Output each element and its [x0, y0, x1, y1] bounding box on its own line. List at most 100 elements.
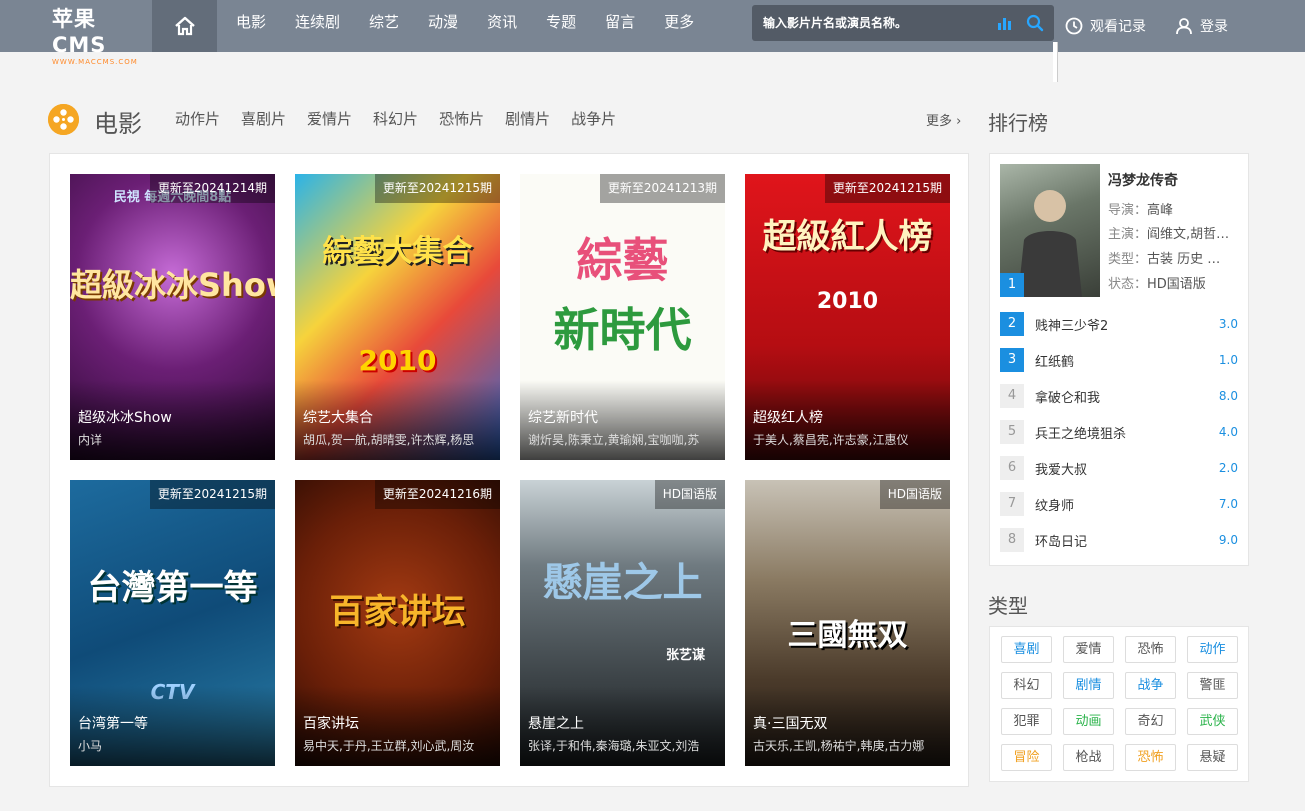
genre-tag[interactable]: 战争 [1125, 672, 1176, 699]
nav-more[interactable]: 更多 [664, 0, 694, 52]
poster-card[interactable]: 超級紅人榜 2010 更新至20241215期 超级红人榜 于美人,蔡昌宪,许志… [745, 174, 950, 460]
update-badge: HD国语版 [654, 480, 725, 509]
nav-movie[interactable]: 电影 [236, 0, 266, 52]
rank-number: 7 [1000, 492, 1024, 516]
ranking-top-cast: 主演：阎维文,胡哲… [1108, 227, 1230, 242]
genre-tag[interactable]: 悬疑 [1187, 744, 1238, 771]
category-war[interactable]: 战争片 [571, 108, 616, 129]
rank-score: 4.0 [1218, 425, 1238, 439]
history-button[interactable]: 观看记录 [1065, 0, 1146, 52]
nav-news[interactable]: 资讯 [487, 0, 517, 52]
ranking-item[interactable]: 3 红纸鹤 1.0 [1000, 348, 1240, 372]
poster-title: 超级红人榜 [753, 410, 823, 426]
rank-score: 1.0 [1218, 353, 1238, 367]
rank-number: 3 [1000, 348, 1024, 372]
category-action[interactable]: 动作片 [175, 108, 220, 129]
poster-card[interactable]: 綜藝 新時代 更新至20241213期 综艺新时代 谢炘昊,陈秉立,黄瑜娴,宝咖… [520, 174, 725, 460]
rank-number: 4 [1000, 384, 1024, 408]
category-scifi[interactable]: 科幻片 [373, 108, 418, 129]
poster-art: 懸崖之上 [542, 560, 703, 606]
logo-text: 苹果 CMS [52, 7, 107, 57]
genre-tag[interactable]: 冒险 [1001, 744, 1052, 771]
site-logo[interactable]: 苹果 CMS WWW.MACCMS.COM [52, 3, 152, 66]
genre-tag[interactable]: 恐怖 [1125, 744, 1176, 771]
rank-number: 5 [1000, 420, 1024, 444]
poster-card[interactable]: 台灣第一等 CTV 更新至20241215期 台湾第一等 小马 [70, 480, 275, 766]
poster-card[interactable]: 民視 每週六晚間8點 超級冰冰Show 更新至20241214期 超级冰冰Sho… [70, 174, 275, 460]
genre-tag[interactable]: 科幻 [1001, 672, 1052, 699]
rank-name: 兵王之绝境狙杀 [1035, 427, 1127, 442]
genre-tag[interactable]: 武侠 [1187, 708, 1238, 735]
poster-title: 百家讲坛 [303, 716, 359, 732]
genre-tag[interactable]: 犯罪 [1001, 708, 1052, 735]
ranking-item[interactable]: 6 我爱大叔 2.0 [1000, 456, 1240, 480]
update-badge: 更新至20241215期 [149, 480, 275, 509]
logo-subtext: WWW.MACCMS.COM [52, 58, 138, 66]
main-nav: 电影 连续剧 综艺 动漫 资讯 专题 留言 更多 [236, 0, 723, 52]
poster-card[interactable]: 三國無双 HD国语版 真·三国无双 古天乐,王凯,杨祐宁,韩庚,古力娜 [745, 480, 950, 766]
category-drama[interactable]: 剧情片 [505, 108, 550, 129]
update-badge: 更新至20241213期 [599, 174, 725, 203]
top-header: 苹果 CMS WWW.MACCMS.COM 电影 连续剧 综艺 动漫 资讯 专题… [0, 0, 1305, 66]
poster-card[interactable]: 懸崖之上 张艺谋 HD国语版 悬崖之上 张译,于和伟,秦海璐,朱亚文,刘浩 [520, 480, 725, 766]
nav-topics[interactable]: 专题 [546, 0, 576, 52]
poster-actors: 谢炘昊,陈秉立,黄瑜娴,宝咖咖,苏 [528, 433, 700, 447]
genre-tag[interactable]: 爱情 [1063, 636, 1114, 663]
poster-art-top: 2010 [358, 344, 437, 377]
rank-name: 环岛日记 [1035, 535, 1088, 550]
genre-tag[interactable]: 警匪 [1187, 672, 1238, 699]
poster-art: 超級紅人榜 [762, 217, 933, 257]
nav-guestbook[interactable]: 留言 [605, 0, 635, 52]
poster-art: 三國無双 [787, 618, 908, 653]
user-icon [1176, 18, 1192, 35]
ranking-item[interactable]: 7 纹身师 7.0 [1000, 492, 1240, 516]
poster-card[interactable]: 百家讲坛 更新至20241216期 百家讲坛 易中天,于丹,王立群,刘心武,周汝 [295, 480, 500, 766]
poster-art: 綜藝 [576, 233, 669, 287]
login-label: 登录 [1200, 19, 1228, 35]
genre-tag[interactable]: 枪战 [1063, 744, 1114, 771]
poster-art: 綜藝大集合 [322, 234, 473, 269]
rank-number: 8 [1000, 528, 1024, 552]
section-categories: 动作片 喜剧片 爱情片 科幻片 恐怖片 剧情片 战争片 [175, 108, 637, 129]
rank-name: 我爱大叔 [1035, 463, 1088, 478]
poster-actors: 内详 [78, 433, 103, 447]
history-label: 观看记录 [1090, 19, 1146, 35]
genre-tag[interactable]: 恐怖 [1125, 636, 1176, 663]
poster-title: 综艺新时代 [528, 410, 598, 426]
ranking-item[interactable]: 2 贱神三少爷2 3.0 [1000, 312, 1240, 336]
search-icon[interactable] [1026, 14, 1044, 32]
section-more-link[interactable]: 更多 › [926, 110, 961, 129]
home-button[interactable] [152, 0, 217, 52]
nav-variety[interactable]: 综艺 [369, 0, 399, 52]
genre-tag[interactable]: 喜剧 [1001, 636, 1052, 663]
category-comedy[interactable]: 喜剧片 [241, 108, 286, 129]
ranking-item[interactable]: 8 环岛日记 9.0 [1000, 528, 1240, 552]
genre-tag[interactable]: 动作 [1187, 636, 1238, 663]
poster-actors: 张译,于和伟,秦海璐,朱亚文,刘浩 [528, 739, 700, 753]
category-romance[interactable]: 爱情片 [307, 108, 352, 129]
poster-title: 超级冰冰Show [78, 410, 172, 426]
genre-tag[interactable]: 奇幻 [1125, 708, 1176, 735]
poster-card[interactable]: 綜藝大集合 2010 更新至20241215期 综艺大集合 胡瓜,贺一航,胡晴雯… [295, 174, 500, 460]
rank-name: 贱神三少爷2 [1035, 319, 1109, 334]
rank-score: 8.0 [1218, 389, 1238, 403]
ranking-top-director: 导演：高峰 [1108, 203, 1174, 218]
hot-search-icon[interactable] [998, 17, 1012, 30]
rank-number: 1 [1000, 273, 1024, 297]
ranking-item[interactable]: 5 兵王之绝境狙杀 4.0 [1000, 420, 1240, 444]
poster-title: 台湾第一等 [78, 716, 148, 732]
ranking-top-name[interactable]: 冯梦龙传奇 [1108, 170, 1178, 190]
film-reel-icon [48, 104, 79, 135]
poster-actors: 易中天,于丹,王立群,刘心武,周汝 [303, 739, 475, 753]
search-input[interactable] [752, 5, 992, 41]
update-badge: HD国语版 [879, 480, 950, 509]
ranking-title: 排行榜 [988, 111, 1048, 135]
ranking-item[interactable]: 4 拿破仑和我 8.0 [1000, 384, 1240, 408]
genre-tag[interactable]: 动画 [1063, 708, 1114, 735]
poster-title: 真·三国无双 [753, 716, 828, 732]
nav-anime[interactable]: 动漫 [428, 0, 458, 52]
category-horror[interactable]: 恐怖片 [439, 108, 484, 129]
nav-series[interactable]: 连续剧 [295, 0, 340, 52]
login-button[interactable]: 登录 [1175, 0, 1228, 52]
genre-tag[interactable]: 剧情 [1063, 672, 1114, 699]
